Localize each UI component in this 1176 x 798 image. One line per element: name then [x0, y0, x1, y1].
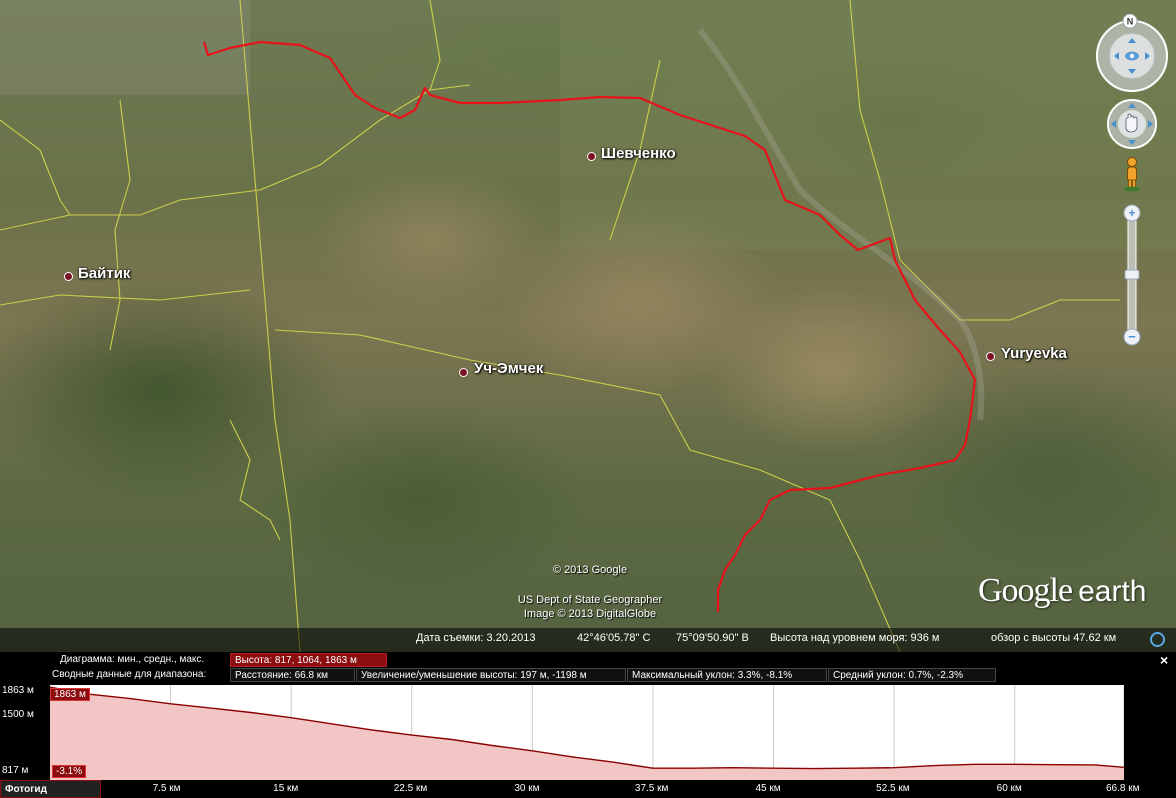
logo-google: Google: [978, 572, 1073, 609]
distance-cell[interactable]: Расстояние: 66.8 км: [230, 668, 355, 682]
x-tick-label: 15 км: [273, 783, 299, 794]
place-marker-uch-emchek[interactable]: [459, 368, 468, 377]
pegman-icon[interactable]: [1122, 156, 1142, 192]
place-marker-baitik[interactable]: [64, 272, 73, 281]
copyright-digitalglobe: Image © 2013 DigitalGlobe: [523, 608, 657, 620]
x-tick-label: 60 км: [996, 783, 1022, 794]
zoom-slider[interactable]: + −: [1122, 202, 1142, 350]
svg-text:+: +: [1128, 206, 1135, 220]
move-control[interactable]: [1106, 98, 1158, 150]
compass-letter: N: [1127, 17, 1134, 27]
streaming-status-icon: [1150, 632, 1165, 647]
slope-badge: -3.1%: [52, 765, 87, 778]
photo-tour-button[interactable]: Фотогид: [0, 780, 101, 798]
copyright-geographer: US Dept of State Geographer: [517, 594, 663, 606]
place-label-shevchenko[interactable]: Шевченко: [601, 145, 676, 162]
city-area: [0, 0, 250, 95]
max-elevation-badge: 1863 м: [50, 688, 90, 701]
copyright-google: © 2013 Google: [552, 564, 628, 576]
x-tick-label: 7.5 км: [152, 783, 181, 794]
imagery-date: Дата съемки: 3.20.2013: [416, 632, 536, 644]
farmland-area: [560, 0, 1176, 250]
x-tick-label: 45 км: [755, 783, 781, 794]
google-earth-logo: Google earth: [978, 572, 1146, 610]
chart-type-label: Диаграмма: мин., средн., макс.: [60, 654, 205, 665]
y-tick-label: 817 м: [2, 765, 29, 776]
hand-icon: [1125, 113, 1138, 133]
gain-loss-cell[interactable]: Увеличение/уменьшение высоты: 197 м, -11…: [356, 668, 626, 682]
map-overlay: [0, 0, 1176, 652]
status-bar: Дата съемки: 3.20.2013 42°46'05.78" С 75…: [0, 628, 1176, 652]
elevation-profile-chart[interactable]: [50, 685, 1124, 780]
place-marker-shevchenko[interactable]: [587, 152, 596, 161]
satellite-map[interactable]: Шевченко Байтик Уч-Эмчек Yuryevka © 2013…: [0, 0, 1176, 652]
latitude-readout: 42°46'05.78" С: [577, 632, 651, 644]
look-control[interactable]: N: [1093, 14, 1171, 92]
x-tick-label: 22.5 км: [393, 783, 428, 794]
photo-tour-label: Фотогид: [5, 784, 47, 795]
x-tick-label: 66.8 км: [1106, 783, 1140, 794]
y-tick-label: 1863 м: [2, 685, 34, 696]
close-profile-button[interactable]: ×: [1160, 652, 1168, 668]
max-slope-cell[interactable]: Максимальный уклон: 3.3%, -8.1%: [627, 668, 827, 682]
avg-slope-cell[interactable]: Средний уклон: 0.7%, -2.3%: [828, 668, 996, 682]
logo-earth: earth: [1078, 575, 1147, 608]
x-tick-label: 30 км: [514, 783, 540, 794]
place-label-baitik[interactable]: Байтик: [78, 265, 130, 282]
x-tick-label: 37.5 км: [634, 783, 669, 794]
place-label-yuryevka[interactable]: Yuryevka: [1001, 345, 1067, 362]
place-label-uch-emchek[interactable]: Уч-Эмчек: [474, 360, 543, 377]
zoom-thumb[interactable]: [1124, 269, 1140, 280]
range-summary-label: Сводные данные для диапазона:: [52, 669, 207, 680]
y-tick-label: 1500 м: [2, 709, 34, 720]
x-tick-label: 52.5 км: [876, 783, 910, 794]
place-marker-yuryevka[interactable]: [986, 352, 995, 361]
elevation-summary-cell[interactable]: Высота: 817, 1064, 1863 м: [230, 653, 387, 667]
elevation-profile-panel: Диаграмма: мин., средн., макс. Высота: 8…: [0, 652, 1176, 798]
longitude-readout: 75°09'50.90" В: [676, 632, 749, 644]
elevation-readout: Высота над уровнем моря: 936 м: [770, 632, 940, 644]
svg-text:−: −: [1128, 329, 1136, 344]
eye-altitude-readout: обзор с высоты 47.62 км: [991, 632, 1117, 644]
